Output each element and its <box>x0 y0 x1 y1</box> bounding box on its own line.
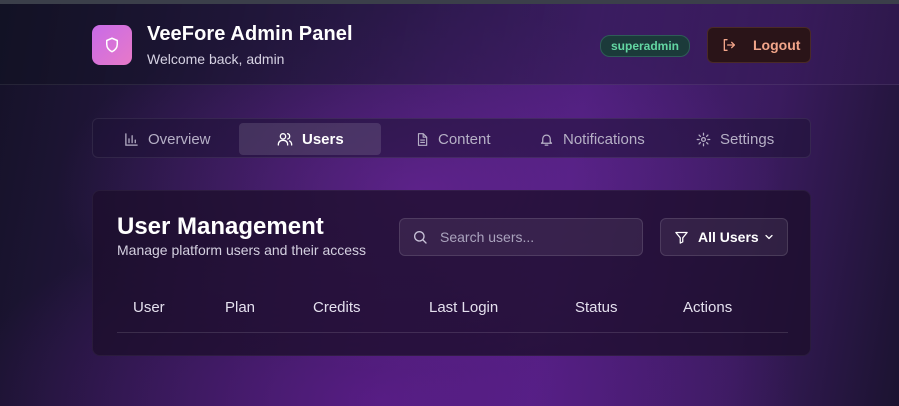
tab-label: Users <box>302 130 344 148</box>
tab-users[interactable]: Users <box>239 123 381 155</box>
tab-label: Content <box>438 130 491 148</box>
tab-label: Overview <box>148 130 211 148</box>
column-header-status[interactable]: Status <box>575 299 618 316</box>
tab-overview[interactable]: Overview <box>124 123 234 155</box>
users-icon <box>277 133 293 146</box>
app-logo <box>92 25 132 65</box>
welcome-message: Welcome back, admin <box>147 51 285 67</box>
user-filter-dropdown[interactable]: All Users <box>660 218 788 256</box>
tab-content[interactable]: Content <box>415 123 525 155</box>
users-table-header: User Plan Credits Last Login Status Acti… <box>117 287 788 333</box>
column-header-actions[interactable]: Actions <box>683 299 732 316</box>
document-icon <box>417 132 428 146</box>
tab-label: Notifications <box>563 130 645 148</box>
logout-button[interactable]: Logout <box>707 27 811 63</box>
user-management-card: User Management Manage platform users an… <box>92 190 811 356</box>
logout-label: Logout <box>753 37 801 53</box>
bar-chart-icon <box>125 132 138 146</box>
search-box <box>399 218 643 256</box>
column-header-credits[interactable]: Credits <box>313 299 361 316</box>
filter-icon <box>675 231 688 244</box>
search-input[interactable] <box>438 228 632 246</box>
gear-icon <box>696 132 711 146</box>
tab-notifications[interactable]: Notifications <box>539 123 669 155</box>
section-subtitle: Manage platform users and their access <box>117 242 367 258</box>
column-header-user[interactable]: User <box>133 299 165 316</box>
app-title: VeeFore Admin Panel <box>147 23 353 45</box>
role-badge: superadmin <box>600 35 691 57</box>
logout-icon <box>723 39 735 51</box>
column-header-last-login[interactable]: Last Login <box>429 299 498 316</box>
chevron-down-icon <box>765 234 773 240</box>
filter-label: All Users <box>698 229 759 245</box>
tab-settings[interactable]: Settings <box>696 123 806 155</box>
section-title: User Management <box>117 213 324 240</box>
bell-icon <box>540 134 553 146</box>
search-icon <box>414 231 427 244</box>
app-header: VeeFore Admin Panel Welcome back, admin … <box>0 4 899 85</box>
admin-tabs: Overview Users Content Notifications Set… <box>92 118 811 158</box>
shield-icon <box>106 37 118 53</box>
column-header-plan[interactable]: Plan <box>225 299 255 316</box>
tab-label: Settings <box>720 130 775 148</box>
